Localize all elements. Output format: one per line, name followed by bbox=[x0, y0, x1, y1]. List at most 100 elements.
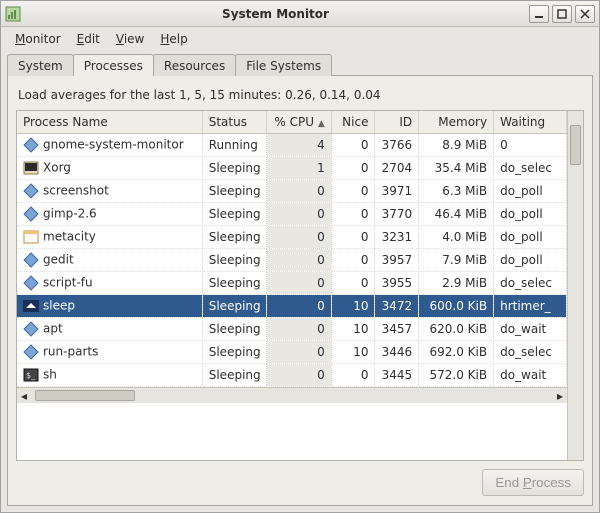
cell-name: apt bbox=[17, 318, 202, 341]
table-row[interactable]: sleepSleeping0103472600.0 KiBhrtimer_ bbox=[17, 295, 567, 318]
cell-status: Sleeping bbox=[202, 249, 267, 272]
process-icon bbox=[23, 160, 39, 176]
col-memory[interactable]: Memory bbox=[419, 111, 494, 134]
horizontal-scrollbar[interactable]: ◂ ▸ bbox=[17, 387, 567, 403]
titlebar[interactable]: System Monitor bbox=[1, 1, 599, 27]
cell-memory: 620.0 KiB bbox=[419, 318, 494, 341]
cell-status: Sleeping bbox=[202, 203, 267, 226]
table-row[interactable]: gimp-2.6Sleeping00377046.4 MiBdo_poll bbox=[17, 203, 567, 226]
col-process-name[interactable]: Process Name bbox=[17, 111, 202, 134]
col-waiting[interactable]: Waiting bbox=[494, 111, 567, 134]
cell-id: 3457 bbox=[375, 318, 419, 341]
close-button[interactable] bbox=[575, 5, 595, 23]
cell-cpu: 0 bbox=[267, 226, 332, 249]
cell-id: 3766 bbox=[375, 134, 419, 157]
cell-memory: 692.0 KiB bbox=[419, 341, 494, 364]
cell-nice: 10 bbox=[331, 341, 375, 364]
cell-waiting: do_selec bbox=[494, 272, 567, 295]
scroll-right-icon[interactable]: ▸ bbox=[553, 389, 567, 403]
table-row[interactable]: gnome-system-monitorRunning4037668.9 MiB… bbox=[17, 134, 567, 157]
menu-monitor[interactable]: Monitor bbox=[7, 29, 69, 49]
cell-nice: 0 bbox=[331, 180, 375, 203]
cell-id: 3770 bbox=[375, 203, 419, 226]
col-id[interactable]: ID bbox=[375, 111, 419, 134]
minimize-button[interactable] bbox=[529, 5, 549, 23]
cell-memory: 46.4 MiB bbox=[419, 203, 494, 226]
table-row[interactable]: run-partsSleeping0103446692.0 KiBdo_sele… bbox=[17, 341, 567, 364]
cell-memory: 572.0 KiB bbox=[419, 364, 494, 387]
cell-nice: 0 bbox=[331, 272, 375, 295]
cell-cpu: 0 bbox=[267, 180, 332, 203]
process-icon bbox=[23, 275, 39, 291]
cell-cpu: 0 bbox=[267, 272, 332, 295]
cell-nice: 0 bbox=[331, 249, 375, 272]
cell-nice: 0 bbox=[331, 157, 375, 180]
tab-processes[interactable]: Processes bbox=[73, 54, 154, 76]
cell-id: 3445 bbox=[375, 364, 419, 387]
menu-edit[interactable]: Edit bbox=[69, 29, 108, 49]
vertical-scrollbar[interactable] bbox=[567, 111, 583, 460]
process-table-container: Process Name Status % CPU ▲ Nice ID Memo… bbox=[16, 110, 584, 461]
cell-memory: 7.9 MiB bbox=[419, 249, 494, 272]
cell-memory: 35.4 MiB bbox=[419, 157, 494, 180]
cell-name: Xorg bbox=[17, 157, 202, 180]
col-status[interactable]: Status bbox=[202, 111, 267, 134]
cell-id: 3957 bbox=[375, 249, 419, 272]
cell-name: $_sh bbox=[17, 364, 202, 387]
cell-name: run-parts bbox=[17, 341, 202, 364]
cell-waiting: 0 bbox=[494, 134, 567, 157]
cell-memory: 8.9 MiB bbox=[419, 134, 494, 157]
tab-pane: Load averages for the last 1, 5, 15 minu… bbox=[7, 75, 593, 506]
table-row[interactable]: XorgSleeping10270435.4 MiBdo_selec bbox=[17, 157, 567, 180]
cell-cpu: 0 bbox=[267, 249, 332, 272]
cell-id: 3971 bbox=[375, 180, 419, 203]
col-nice[interactable]: Nice bbox=[331, 111, 375, 134]
maximize-button[interactable] bbox=[552, 5, 572, 23]
cell-id: 2704 bbox=[375, 157, 419, 180]
table-row[interactable]: script-fuSleeping0039552.9 MiBdo_selec bbox=[17, 272, 567, 295]
process-icon: $_ bbox=[23, 367, 39, 383]
cell-nice: 0 bbox=[331, 134, 375, 157]
cell-name: metacity bbox=[17, 226, 202, 249]
scroll-left-icon[interactable]: ◂ bbox=[17, 389, 31, 403]
process-table: Process Name Status % CPU ▲ Nice ID Memo… bbox=[17, 111, 567, 387]
cell-waiting: do_selec bbox=[494, 157, 567, 180]
app-icon bbox=[5, 6, 21, 22]
menu-help[interactable]: Help bbox=[152, 29, 195, 49]
cell-cpu: 0 bbox=[267, 318, 332, 341]
vscroll-thumb[interactable] bbox=[570, 125, 581, 165]
tab-system[interactable]: System bbox=[7, 54, 74, 76]
process-icon bbox=[23, 321, 39, 337]
tab-filesystems[interactable]: File Systems bbox=[235, 54, 332, 76]
table-row[interactable]: aptSleeping0103457620.0 KiBdo_wait bbox=[17, 318, 567, 341]
process-icon bbox=[23, 137, 39, 153]
hscroll-thumb[interactable] bbox=[35, 390, 135, 401]
cell-nice: 10 bbox=[331, 295, 375, 318]
sort-indicator-icon: ▲ bbox=[318, 119, 325, 129]
cell-waiting: hrtimer_ bbox=[494, 295, 567, 318]
footer: End Process bbox=[16, 461, 584, 497]
cell-name: sleep bbox=[17, 295, 202, 318]
window: System Monitor Monitor Edit View Help Sy… bbox=[0, 0, 600, 513]
cell-name: gnome-system-monitor bbox=[17, 134, 202, 157]
table-row[interactable]: metacitySleeping0032314.0 MiBdo_poll bbox=[17, 226, 567, 249]
cell-waiting: do_selec bbox=[494, 341, 567, 364]
table-row[interactable]: geditSleeping0039577.9 MiBdo_poll bbox=[17, 249, 567, 272]
process-table-scroll[interactable]: Process Name Status % CPU ▲ Nice ID Memo… bbox=[17, 111, 567, 460]
cell-name: gimp-2.6 bbox=[17, 203, 202, 226]
cell-status: Running bbox=[202, 134, 267, 157]
process-icon bbox=[23, 252, 39, 268]
cell-status: Sleeping bbox=[202, 318, 267, 341]
cell-waiting: do_poll bbox=[494, 226, 567, 249]
load-average-label: Load averages for the last 1, 5, 15 minu… bbox=[16, 84, 584, 110]
col-cpu[interactable]: % CPU ▲ bbox=[267, 111, 332, 134]
process-icon bbox=[23, 183, 39, 199]
end-process-button[interactable]: End Process bbox=[482, 469, 584, 496]
process-icon bbox=[23, 344, 39, 360]
tab-resources[interactable]: Resources bbox=[153, 54, 236, 76]
cell-name: screenshot bbox=[17, 180, 202, 203]
table-row[interactable]: $_shSleeping003445572.0 KiBdo_wait bbox=[17, 364, 567, 387]
table-row[interactable]: screenshotSleeping0039716.3 MiBdo_poll bbox=[17, 180, 567, 203]
process-icon bbox=[23, 229, 39, 245]
menu-view[interactable]: View bbox=[108, 29, 152, 49]
